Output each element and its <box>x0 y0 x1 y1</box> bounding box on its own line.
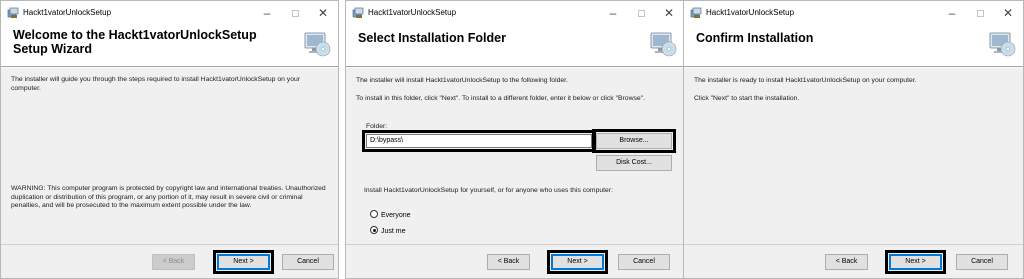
installer-app-icon <box>352 7 364 19</box>
everyone-label: Everyone <box>381 212 411 219</box>
window-title: Hackt1vatorUnlockSetup <box>23 8 112 17</box>
browse-button[interactable]: Browse... <box>592 129 676 153</box>
content-area: The installer is ready to install Hackt1… <box>684 68 1023 244</box>
computer-cd-icon <box>302 29 332 59</box>
maximize-button[interactable] <box>632 5 650 21</box>
back-button[interactable]: < Back <box>825 254 868 270</box>
just-me-radio[interactable]: Just me <box>370 226 406 237</box>
window-title: Hackt1vatorUnlockSetup <box>368 8 457 17</box>
header-banner: Welcome to the Hackt1vatorUnlockSetup Se… <box>1 25 338 67</box>
button-bar: < Back Next > Cancel <box>346 244 684 278</box>
just-me-label: Just me <box>381 228 406 235</box>
minimize-button[interactable]: – <box>604 5 622 21</box>
install-location-text: The installer will install Hackt1vatorUn… <box>356 77 568 84</box>
content-area: The installer will guide you through the… <box>1 68 338 244</box>
cancel-button[interactable]: Cancel <box>282 254 334 270</box>
install-instructions-text: To install in this folder, click "Next".… <box>356 95 645 102</box>
back-button[interactable]: < Back <box>487 254 530 270</box>
maximize-button[interactable] <box>286 5 304 21</box>
maximize-button[interactable] <box>971 5 989 21</box>
close-button[interactable]: ✕ <box>660 5 678 21</box>
button-bar: < Back Next > Cancel <box>684 244 1023 278</box>
welcome-window: Hackt1vatorUnlockSetup – ✕ Welcome to th… <box>0 0 339 279</box>
button-bar: < Back Next > Cancel <box>1 244 338 278</box>
minimize-button[interactable]: – <box>943 5 961 21</box>
page-heading: Welcome to the Hackt1vatorUnlockSetup Se… <box>13 28 257 56</box>
radio-checked-icon <box>370 226 378 234</box>
cancel-button[interactable]: Cancel <box>956 254 1008 270</box>
folder-path-input[interactable]: D:\bypass\ <box>362 130 596 152</box>
maximize-icon <box>637 10 645 18</box>
computer-cd-icon <box>648 29 678 59</box>
installer-app-icon <box>7 7 19 19</box>
back-button[interactable]: < Back <box>152 254 195 270</box>
next-button[interactable]: Next > <box>885 250 946 274</box>
intro-text: The installer will guide you through the… <box>11 76 301 92</box>
maximize-icon <box>291 10 299 18</box>
start-instruction-text: Click "Next" to start the installation. <box>694 95 800 102</box>
minimize-button[interactable]: – <box>258 5 276 21</box>
maximize-icon <box>976 10 984 18</box>
header-banner: Select Installation Folder <box>346 25 684 67</box>
window-title: Hackt1vatorUnlockSetup <box>706 8 795 17</box>
title-bar[interactable]: Hackt1vatorUnlockSetup – ✕ <box>1 1 338 25</box>
page-heading: Confirm Installation <box>696 31 814 45</box>
radio-unchecked-icon <box>370 210 378 218</box>
close-button[interactable]: ✕ <box>314 5 332 21</box>
page-heading: Select Installation Folder <box>358 31 506 45</box>
next-button[interactable]: Next > <box>213 250 274 274</box>
install-for-text: Install Hackt1vatorUnlockSetup for yours… <box>364 187 613 194</box>
copyright-warning: WARNING: This computer program is protec… <box>11 185 326 209</box>
everyone-radio[interactable]: Everyone <box>370 210 411 221</box>
next-button[interactable]: Next > <box>547 250 608 274</box>
content-area: The installer will install Hackt1vatorUn… <box>346 68 684 244</box>
title-bar[interactable]: Hackt1vatorUnlockSetup – ✕ <box>684 1 1023 25</box>
confirm-installation-window: Hackt1vatorUnlockSetup – ✕ Confirm Insta… <box>683 0 1024 279</box>
close-button[interactable]: ✕ <box>999 5 1017 21</box>
installer-app-icon <box>690 7 702 19</box>
disk-cost-button[interactable]: Disk Cost... <box>596 155 672 171</box>
computer-cd-icon <box>987 29 1017 59</box>
cancel-button[interactable]: Cancel <box>618 254 670 270</box>
ready-text: The installer is ready to install Hackt1… <box>694 77 917 84</box>
select-folder-window: Hackt1vatorUnlockSetup – ✕ Select Instal… <box>345 0 685 279</box>
header-banner: Confirm Installation <box>684 25 1023 67</box>
title-bar[interactable]: Hackt1vatorUnlockSetup – ✕ <box>346 1 684 25</box>
folder-label: Folder: <box>366 123 388 130</box>
